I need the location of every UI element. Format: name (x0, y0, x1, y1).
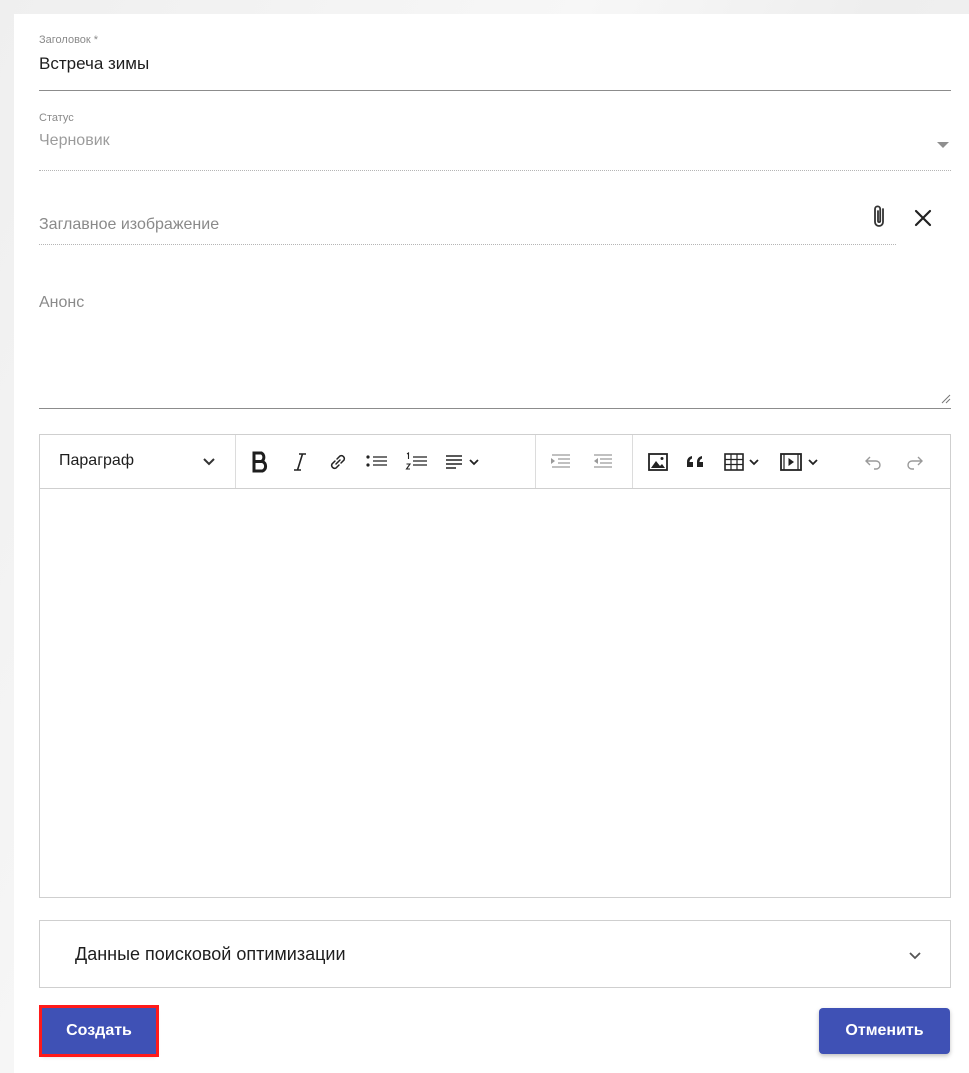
toolbar-separator (535, 435, 536, 488)
quote-button[interactable] (682, 448, 710, 476)
image-icon (648, 453, 668, 471)
title-input[interactable]: Встреча зимы (39, 54, 951, 74)
undo-icon (865, 456, 881, 470)
link-icon (330, 454, 346, 470)
chevron-down-icon (203, 458, 215, 466)
resize-grip-icon[interactable] (941, 394, 951, 404)
create-button[interactable]: Создать (39, 1005, 159, 1057)
redo-icon (907, 456, 923, 470)
bulleted-list-button[interactable] (362, 448, 392, 476)
attach-icon[interactable] (869, 203, 891, 231)
paragraph-format-select[interactable]: Параграф (40, 435, 236, 488)
numbered-list-button[interactable] (402, 448, 432, 476)
align-icon (446, 455, 479, 469)
undo-button[interactable] (860, 448, 886, 476)
insert-media-button[interactable] (778, 448, 828, 476)
link-button[interactable] (324, 448, 352, 476)
seo-accordion[interactable]: Данные поисковой оптимизации (39, 920, 951, 988)
editor-content-area[interactable] (40, 489, 950, 897)
seo-accordion-label: Данные поисковой оптимизации (75, 944, 346, 964)
numbered-list-icon (405, 451, 427, 470)
anons-textarea[interactable]: Анонс (39, 286, 951, 409)
status-select[interactable]: Статус Черновик (39, 112, 951, 171)
status-value[interactable]: Черновик (39, 132, 951, 150)
cancel-button[interactable]: Отменить (819, 1008, 950, 1054)
cover-image-placeholder: Заглавное изображение (39, 216, 220, 233)
bold-button[interactable] (246, 448, 274, 476)
dropdown-arrow-icon[interactable] (937, 142, 949, 148)
align-button[interactable] (442, 448, 486, 476)
bulleted-list-icon (366, 455, 387, 467)
cover-image-field[interactable]: Заглавное изображение (39, 194, 896, 245)
redo-button[interactable] (902, 448, 928, 476)
rich-text-editor: Параграф (39, 434, 951, 898)
outdent-icon (594, 454, 612, 468)
italic-icon (294, 453, 306, 471)
insert-table-button[interactable] (722, 448, 766, 476)
article-form: Заголовок * Встреча зимы Статус Черновик… (14, 14, 969, 1073)
italic-button[interactable] (286, 448, 314, 476)
outdent-button[interactable] (588, 448, 616, 476)
insert-image-button[interactable] (644, 448, 672, 476)
title-field[interactable]: Заголовок * Встреча зимы (39, 34, 951, 91)
media-icon (780, 453, 818, 471)
bold-icon (252, 451, 268, 473)
status-label: Статус (39, 112, 74, 124)
chevron-down-icon[interactable] (908, 951, 922, 961)
close-icon[interactable] (911, 206, 935, 230)
table-icon (724, 453, 759, 471)
toolbar-separator (632, 435, 633, 488)
title-label: Заголовок * (39, 34, 99, 46)
paragraph-format-label: Параграф (59, 452, 134, 469)
indent-button[interactable] (546, 448, 574, 476)
editor-toolbar: Параграф (40, 435, 950, 489)
indent-icon (551, 454, 570, 468)
quote-icon (687, 456, 703, 467)
anons-placeholder: Анонс (39, 294, 85, 311)
